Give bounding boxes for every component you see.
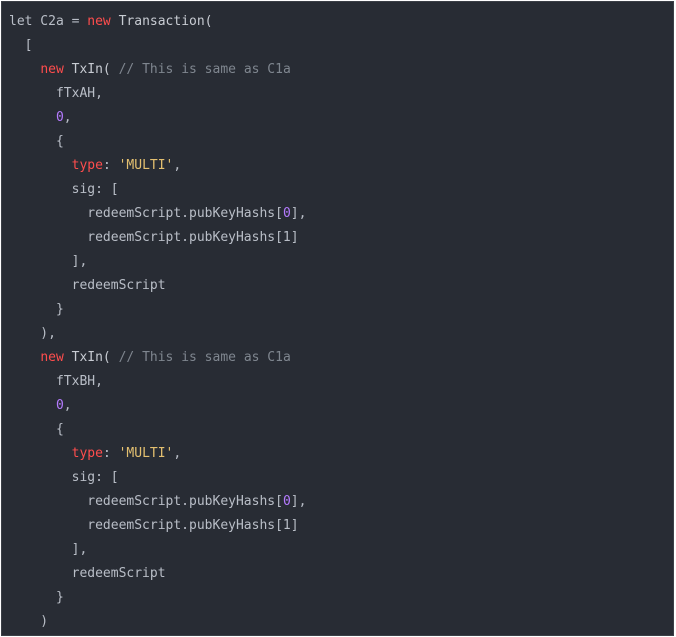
code-token: type [71, 158, 103, 173]
code-token: // This is same as C1a [118, 62, 291, 77]
code-line: new TxIn( // This is same as C1a [9, 346, 306, 370]
code-token: , [173, 446, 182, 461]
code-line: sig: [ [9, 466, 306, 490]
code-line: new TxIn( // This is same as C1a [9, 58, 306, 82]
code-token: ), [9, 326, 56, 341]
code-line: fTxBH, [9, 370, 306, 394]
code-token: fTxAH, [9, 86, 103, 101]
code-line: ], [9, 250, 306, 274]
code-token: 'MULTI' [118, 158, 174, 173]
code-token: 0 [55, 110, 64, 125]
code-token: , [63, 398, 72, 413]
code-text: let C2a = new Transaction( [ new TxIn( /… [9, 10, 306, 634]
code-line: let C2a = new Transaction( [9, 10, 306, 34]
code-token: 0 [282, 494, 291, 509]
code-token: sig: [ [9, 182, 119, 197]
code-line: redeemScript.pubKeyHashs[0], [9, 490, 306, 514]
code-block: let C2a = new Transaction( [ new TxIn( /… [1, 1, 674, 636]
code-line: fTxAH, [9, 82, 306, 106]
code-line: { [9, 130, 306, 154]
code-token: // This is same as C1a [118, 350, 291, 365]
code-token: fTxBH, [9, 374, 103, 389]
code-token: } [9, 302, 64, 317]
code-token: , [173, 158, 182, 173]
code-token: Transaction( [110, 14, 213, 29]
code-token: { [9, 422, 64, 437]
code-line: 0, [9, 394, 306, 418]
code-token: , [63, 110, 72, 125]
code-token: new [40, 62, 64, 77]
code-token: 'MULTI' [118, 446, 174, 461]
code-token: } [9, 590, 64, 605]
code-line: redeemScript [9, 562, 306, 586]
code-token: ], [290, 206, 307, 221]
code-token: type [71, 446, 103, 461]
code-token: TxIn( [63, 62, 119, 77]
code-token: sig: [ [9, 470, 119, 485]
code-token: 0 [282, 206, 291, 221]
code-line: } [9, 586, 306, 610]
code-token: : [102, 446, 119, 461]
code-line: type: 'MULTI', [9, 154, 306, 178]
code-line: ) [9, 610, 306, 634]
code-line: redeemScript.pubKeyHashs[1] [9, 514, 306, 538]
code-token: TxIn( [63, 350, 119, 365]
code-token: [ [9, 38, 33, 53]
code-line: } [9, 298, 306, 322]
code-token: ], [9, 254, 88, 269]
code-token: redeemScript [9, 278, 166, 293]
code-token: new [87, 14, 111, 29]
code-token: new [40, 350, 64, 365]
code-line: [ [9, 34, 306, 58]
code-line: redeemScript.pubKeyHashs[0], [9, 202, 306, 226]
code-token: ) [9, 614, 49, 629]
code-token: redeemScript.pubKeyHashs[ [9, 494, 283, 509]
code-token: : [102, 158, 119, 173]
code-token: redeemScript.pubKeyHashs[1] [9, 518, 299, 533]
code-line: sig: [ [9, 178, 306, 202]
code-line: { [9, 418, 306, 442]
code-line: type: 'MULTI', [9, 442, 306, 466]
code-line: ), [9, 322, 306, 346]
code-line: 0, [9, 106, 306, 130]
code-token: { [9, 134, 64, 149]
code-token: redeemScript.pubKeyHashs[1] [9, 230, 299, 245]
code-line: ], [9, 538, 306, 562]
code-token: let C2a = [9, 14, 88, 29]
code-token: ], [9, 542, 88, 557]
code-token: ], [290, 494, 307, 509]
code-token: redeemScript.pubKeyHashs[ [9, 206, 283, 221]
code-line: redeemScript.pubKeyHashs[1] [9, 226, 306, 250]
code-token: redeemScript [9, 566, 166, 581]
code-line: redeemScript [9, 274, 306, 298]
code-token: 0 [55, 398, 64, 413]
